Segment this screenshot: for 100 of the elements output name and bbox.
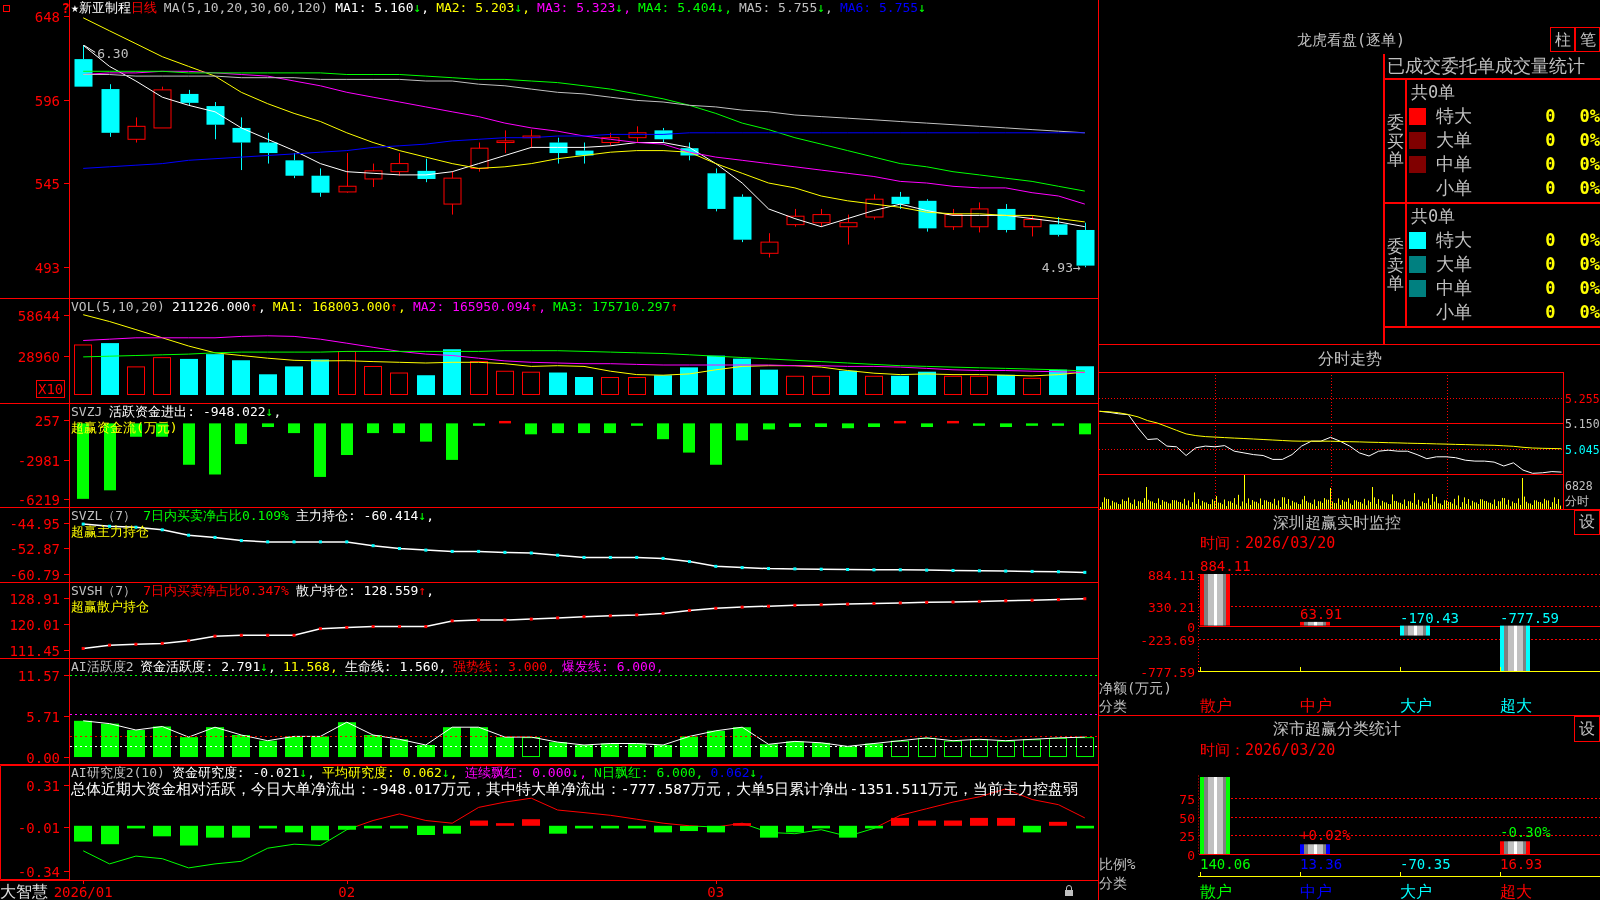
order-size-label: 中单 [1436, 154, 1472, 174]
category-label: 大户 [1400, 882, 1432, 900]
legend-text: 211226.000↑, [171, 299, 266, 315]
legend-text: 7日内买卖净占比0.347% [143, 583, 289, 599]
axis-label: -0.01 [17, 819, 60, 836]
candlestick [786, 208, 805, 228]
legend-text: MA5: 5.755↓, [738, 0, 833, 16]
order-share: 0% [1579, 230, 1600, 250]
net-amount-bar [1300, 621, 1330, 626]
volume-label: 分时 [1565, 494, 1589, 508]
axis-label: 5.71 [26, 708, 60, 725]
legend-text: N日飘红: 6.000, [594, 765, 704, 781]
order-count: 0 [1545, 278, 1556, 298]
view-button[interactable]: 笔 [1575, 27, 1600, 52]
axis-label: 11.57 [17, 667, 60, 684]
settings-button[interactable]: 设 [1574, 510, 1600, 535]
axis-label: 0.31 [26, 777, 60, 794]
axis-title: 比例% [1099, 856, 1136, 872]
order-size-label: 中单 [1436, 278, 1472, 298]
legend-text: MA2: 165950.094↑, [412, 299, 546, 315]
legend-text: 资金研究度: -0.021↓, [171, 765, 316, 781]
help-button[interactable]: ? [61, 1, 70, 15]
indicator-name: SVSH（7） [71, 583, 137, 599]
legend-text: 资金活跃度: 2.791↓, [140, 659, 276, 675]
order-size-label: 小单 [1436, 178, 1472, 198]
order-count: 0 [1545, 154, 1556, 174]
legend-text: 主力持仓: -60.414↓, [295, 508, 435, 524]
candlestick [891, 191, 910, 210]
candlestick [918, 198, 937, 233]
axis-title: 分类 [1099, 698, 1127, 714]
order-count: 0 [1545, 130, 1556, 150]
indicator-name: SVZJ [71, 404, 103, 420]
legend-text: 生命线: 1.560, [344, 659, 447, 675]
date-label: 03 [707, 884, 725, 900]
net-amount-bar [1400, 625, 1430, 636]
order-share: 0% [1579, 154, 1600, 174]
amount-label: 16.93 [1500, 856, 1543, 872]
category-label: 散户 [1200, 882, 1232, 900]
legend-text: 7日内买卖净占比0.109% [143, 508, 289, 524]
axis-label: -223.69 [1140, 632, 1195, 648]
brand-label: 大智慧 [0, 882, 48, 900]
value-label: 63.91 [1300, 605, 1343, 622]
axis-label: 545 [34, 175, 60, 192]
axis-label: 120.01 [9, 616, 60, 633]
candlestick [259, 132, 278, 165]
legend-text: 活跃资金进出: -948.022↓, [109, 404, 282, 420]
axis-label: 5.150 [1565, 416, 1600, 431]
candlestick [127, 116, 146, 143]
axis-label: 5.255 [1565, 391, 1600, 406]
change-label: -0.30% [1500, 824, 1551, 841]
category-label: 超大 [1500, 696, 1532, 715]
volume-max-label: 6828 [1565, 479, 1593, 493]
candlestick [417, 158, 436, 183]
indicator-name: VOL(5,10,20) [71, 299, 165, 315]
category-label: 超大 [1500, 882, 1532, 900]
timestamp: 时间：2026/03/20 [1200, 535, 1336, 552]
group-label: 委买单 [1386, 112, 1404, 170]
candlestick [997, 203, 1016, 233]
order-share: 0% [1579, 302, 1600, 322]
price-label: 4.93→ [1041, 260, 1081, 276]
legend-text: 平均研究度: 0.062↓, [322, 765, 458, 781]
group-label: 委卖单 [1386, 236, 1404, 294]
candlestick [153, 86, 172, 129]
candlestick [1023, 215, 1042, 237]
indicator-title: 超赢散户持仓 [71, 599, 149, 615]
view-button[interactable]: 柱 [1550, 27, 1575, 52]
category-label: 中户 [1300, 696, 1332, 715]
candlestick [364, 163, 383, 188]
axis-label: -44.95 [9, 515, 60, 532]
axis-label: 28960 [17, 348, 60, 365]
axis-label: -60.79 [9, 566, 60, 582]
date-label: 2026/01 [53, 884, 113, 900]
candlestick [285, 152, 304, 179]
axis-label: 257 [34, 412, 60, 429]
axis-label: 493 [34, 259, 60, 276]
candlestick [522, 129, 541, 149]
candlestick [628, 125, 647, 143]
candlestick [74, 44, 93, 87]
settings-button[interactable]: 设 [1574, 716, 1600, 742]
axis-label: 5.045 [1565, 442, 1600, 457]
candlestick [970, 201, 989, 233]
legend-text: MA3: 5.323↓, [537, 0, 631, 16]
panel-title: 分时走势 [1317, 349, 1382, 368]
candlestick [680, 142, 699, 161]
amount-label: 140.06 [1200, 856, 1251, 872]
axis-title: 净额(万元) [1099, 680, 1172, 696]
amount-label: 13.36 [1300, 856, 1343, 872]
candlestick [1049, 216, 1068, 237]
candlestick [206, 101, 225, 140]
candlestick [470, 142, 489, 173]
net-amount-bar [1200, 574, 1230, 626]
order-count: 0 [1545, 254, 1556, 274]
lock-icon [1065, 885, 1073, 896]
axis-label: 25 [1179, 828, 1195, 844]
net-amount-bar [1500, 625, 1530, 671]
order-size-label: 特大 [1436, 230, 1472, 250]
legend-text: MA3: 175710.297↑ [553, 299, 679, 315]
period-label: 日线 [130, 0, 157, 16]
category-label: 大户 [1400, 696, 1432, 715]
candlestick [101, 83, 120, 138]
